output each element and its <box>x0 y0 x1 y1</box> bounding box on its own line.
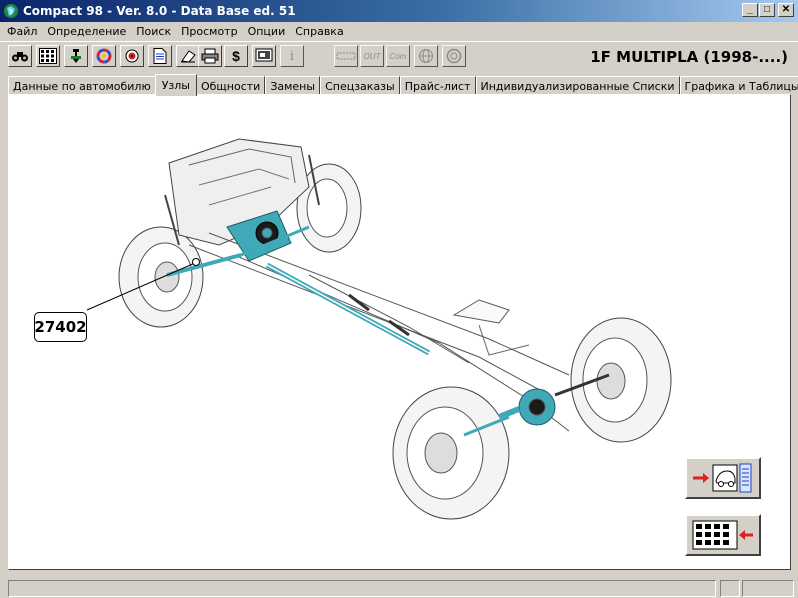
menu-view[interactable]: Просмотр <box>176 25 242 38</box>
minimize-button[interactable]: _ <box>742 3 758 17</box>
tab-assemblies[interactable]: Узлы <box>154 74 197 96</box>
tab-commonality[interactable]: Общности <box>195 76 266 95</box>
info-button[interactable]: i <box>280 45 304 67</box>
screen-icon <box>255 48 273 62</box>
price-button[interactable]: $ <box>224 45 248 67</box>
title-bar: Compact 98 - Ver. 8.0 - Data Base ed. 51… <box>0 0 798 22</box>
parts-tree-button[interactable] <box>64 45 88 67</box>
screen-button[interactable] <box>252 45 276 67</box>
in-button[interactable] <box>334 45 358 67</box>
color-wheel-button[interactable] <box>92 45 116 67</box>
front-left-wheel[interactable] <box>118 226 204 328</box>
close-button[interactable]: ✕ <box>778 3 794 17</box>
parts-tree-icon <box>71 49 81 63</box>
tab-price-list[interactable]: Прайс-лист <box>399 76 476 95</box>
eraser-icon <box>181 50 196 63</box>
back-to-groups-button[interactable] <box>685 514 761 556</box>
printer-icon <box>201 48 219 64</box>
menu-search[interactable]: Поиск <box>131 25 176 38</box>
dollar-icon: $ <box>232 48 240 64</box>
color-wheel-icon <box>96 48 112 64</box>
tab-special-orders[interactable]: Спецзаказы <box>320 76 400 95</box>
globe-button[interactable] <box>414 45 438 67</box>
status-pane-2 <box>720 580 740 597</box>
target-icon <box>125 49 139 63</box>
rear-right-wheel[interactable] <box>570 317 672 443</box>
wheel-button[interactable] <box>442 45 466 67</box>
grid-button[interactable] <box>36 45 60 67</box>
tab-graphics-tables[interactable]: Графика и Таблицы <box>679 76 798 95</box>
close-icon: ✕ <box>781 4 791 15</box>
drive-tube[interactable] <box>265 262 431 356</box>
menu-options[interactable]: Опции <box>243 25 291 38</box>
wheel-icon <box>446 48 462 64</box>
assembly-panel: 27402 <box>8 94 791 570</box>
out-button[interactable]: OUT <box>360 45 384 67</box>
in-icon <box>336 52 356 60</box>
document-icon <box>153 48 167 64</box>
status-pane-3 <box>742 580 794 597</box>
maximize-button[interactable]: □ <box>759 3 775 17</box>
callout-anchor <box>192 258 200 266</box>
info-icon: i <box>289 48 295 64</box>
go-to-vehicle-button[interactable] <box>685 457 761 499</box>
grid-icon <box>39 48 57 64</box>
out-icon: OUT <box>363 51 381 61</box>
maximize-icon: □ <box>763 4 771 15</box>
chassis-diagram[interactable] <box>9 95 791 570</box>
print-button[interactable] <box>198 45 222 67</box>
tab-strip: Данные по автомобилю Узлы Общности Замен… <box>8 74 798 96</box>
minimize-icon: _ <box>747 4 753 15</box>
menu-help[interactable]: Справка <box>290 25 348 38</box>
menu-file[interactable]: Файл <box>2 25 42 38</box>
part-callout-27402[interactable]: 27402 <box>34 312 87 342</box>
binoculars-button[interactable] <box>8 45 32 67</box>
eraser-button[interactable] <box>176 45 200 67</box>
com-button[interactable]: Com <box>386 45 410 67</box>
document-button[interactable] <box>148 45 172 67</box>
menu-bar: Файл Определение Поиск Просмотр Опции Сп… <box>0 22 798 40</box>
com-icon: Com <box>389 51 407 61</box>
target-button[interactable] <box>120 45 144 67</box>
chassis-frame[interactable] <box>188 232 570 432</box>
status-pane-main <box>8 580 716 597</box>
model-title: 1F MULTIPLA (1998-....) <box>590 48 788 66</box>
car-list-icon <box>693 463 752 493</box>
groups-grid-icon <box>692 520 753 550</box>
tab-replacements[interactable]: Замены <box>265 76 321 95</box>
binoculars-icon <box>12 52 28 62</box>
app-icon <box>4 4 18 18</box>
window-title: Compact 98 - Ver. 8.0 - Data Base ed. 51 <box>23 4 296 18</box>
globe-icon <box>419 49 433 63</box>
tab-custom-lists[interactable]: Индивидуализированные Списки <box>475 76 680 95</box>
status-bar <box>0 576 798 598</box>
tab-vehicle-data[interactable]: Данные по автомобилю <box>8 76 156 95</box>
menu-definition[interactable]: Определение <box>42 25 131 38</box>
rear-left-wheel[interactable] <box>392 386 510 520</box>
